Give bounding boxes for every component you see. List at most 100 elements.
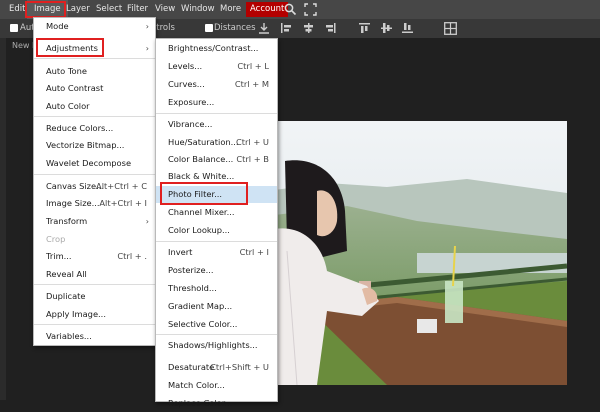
menu-item-label: Apply Image... xyxy=(46,309,106,319)
menu-item-label: Reduce Colors... xyxy=(46,123,114,133)
align-bottom-icon[interactable] xyxy=(402,23,413,33)
adjustments-submenu: Brightness/Contrast... Levels... Ctrl + L C… xyxy=(155,38,278,408)
menu-view[interactable]: View xyxy=(155,0,175,19)
account-button[interactable]: Account xyxy=(246,2,289,17)
menu-more[interactable]: More xyxy=(220,0,241,19)
menu-edit[interactable]: Edit xyxy=(9,0,25,19)
menu-item-trim[interactable]: Trim... Ctrl + . xyxy=(34,248,155,265)
menu-item-label: Crop xyxy=(46,234,66,244)
menu-item-wavelet-decompose[interactable]: Wavelet Decompose xyxy=(34,155,155,172)
menu-item-transform[interactable]: Transform › xyxy=(34,213,155,230)
menu-item-threshold[interactable]: Threshold... xyxy=(156,280,277,297)
auto-select-checkbox[interactable] xyxy=(10,24,18,32)
menu-item-mode[interactable]: Mode › xyxy=(34,18,155,35)
menu-separator xyxy=(156,241,277,242)
chevron-right-icon: › xyxy=(145,22,149,31)
menu-item-shadows-highlights[interactable]: Shadows/Highlights... xyxy=(156,337,277,354)
menu-window[interactable]: Window xyxy=(181,0,215,19)
menu-separator xyxy=(156,334,277,335)
menu-item-label: Auto Color xyxy=(46,101,90,111)
chevron-right-icon: › xyxy=(145,217,149,226)
menu-item-color-balance[interactable]: Color Balance... Ctrl + B xyxy=(156,151,277,168)
canvas-photo[interactable] xyxy=(267,121,567,385)
menu-item-canvas-size[interactable]: Canvas Size... Alt+Ctrl + C xyxy=(34,178,155,195)
distances-label: Distances xyxy=(214,23,256,33)
menu-item-label: Shadows/Highlights... xyxy=(168,340,258,350)
menu-item-color-lookup[interactable]: Color Lookup... xyxy=(156,222,277,239)
menu-item-image-size[interactable]: Image Size... Alt+Ctrl + I xyxy=(34,195,155,212)
align-left-icon[interactable] xyxy=(281,23,292,33)
menu-item-replace-color[interactable]: Replace Color... xyxy=(156,395,277,412)
menu-separator xyxy=(34,284,155,285)
menu-item-apply-image[interactable]: Apply Image... xyxy=(34,306,155,323)
menu-item-desaturate[interactable]: Desaturate Ctrl+Shift + U xyxy=(156,359,277,376)
image-menu-highlight xyxy=(25,1,66,18)
menu-item-match-color[interactable]: Match Color... xyxy=(156,377,277,394)
menu-item-auto-color[interactable]: Auto Color xyxy=(34,98,155,115)
menu-item-label: Hue/Saturation... xyxy=(168,137,239,147)
menu-separator xyxy=(34,116,155,117)
menu-item-crop: Crop xyxy=(34,231,155,248)
menu-item-invert[interactable]: Invert Ctrl + I xyxy=(156,244,277,261)
menu-item-label: Auto Contrast xyxy=(46,83,104,93)
photo-filter-highlight xyxy=(160,182,248,205)
menu-item-shortcut: Ctrl + I xyxy=(239,247,269,257)
menu-item-auto-contrast[interactable]: Auto Contrast xyxy=(34,80,155,97)
menu-item-reveal-all[interactable]: Reveal All xyxy=(34,266,155,283)
menu-item-brightness-contrast[interactable]: Brightness/Contrast... xyxy=(156,40,277,57)
menu-item-vectorize-bitmap[interactable]: Vectorize Bitmap... xyxy=(34,137,155,154)
menu-item-label: Mode xyxy=(46,21,69,31)
image-menu: Mode › Adjustments › Auto Tone Auto Contrast A… xyxy=(33,17,156,346)
tools-panel[interactable] xyxy=(0,38,6,400)
adjustments-highlight xyxy=(36,38,104,57)
menu-item-label: Selective Color... xyxy=(168,319,238,329)
menu-item-label: Wavelet Decompose xyxy=(46,158,132,168)
menu-item-label: Vectorize Bitmap... xyxy=(46,140,125,150)
menu-item-gradient-map[interactable]: Gradient Map... xyxy=(156,298,277,315)
menu-item-shortcut: Alt+Ctrl + C xyxy=(96,181,147,191)
menu-item-label: Exposure... xyxy=(168,97,215,107)
menu-item-channel-mixer[interactable]: Channel Mixer... xyxy=(156,204,277,221)
menu-item-label: Channel Mixer... xyxy=(168,207,235,217)
menu-item-label: Match Color... xyxy=(168,380,225,390)
distances-checkbox[interactable] xyxy=(205,24,213,32)
menu-item-label: Color Lookup... xyxy=(168,225,230,235)
align-middle-icon[interactable] xyxy=(381,23,392,33)
menu-item-exposure[interactable]: Exposure... xyxy=(156,94,277,111)
menu-item-shortcut: Ctrl + M xyxy=(234,79,269,89)
menu-item-shortcut: Ctrl + U xyxy=(235,137,269,147)
align-center-icon[interactable] xyxy=(303,23,314,33)
menu-item-label: Transform xyxy=(46,216,88,226)
menu-item-label: Levels... xyxy=(168,61,203,71)
photo-image xyxy=(267,121,567,385)
menu-item-variables[interactable]: Variables... xyxy=(34,328,155,345)
menu-item-label: Desaturate xyxy=(168,362,215,372)
menu-item-label: Gradient Map... xyxy=(168,301,233,311)
menu-item-label: Variables... xyxy=(46,331,92,341)
menu-item-levels[interactable]: Levels... Ctrl + L xyxy=(156,58,277,75)
menu-item-selective-color[interactable]: Selective Color... xyxy=(156,316,277,333)
menu-item-label: Trim... xyxy=(46,251,72,261)
fullscreen-icon[interactable] xyxy=(304,3,317,16)
menu-item-label: Duplicate xyxy=(46,291,86,301)
chevron-right-icon: › xyxy=(145,44,149,53)
menu-separator xyxy=(34,174,155,175)
menu-item-hue-saturation[interactable]: Hue/Saturation... Ctrl + U xyxy=(156,134,277,151)
menu-item-label: Invert xyxy=(168,247,193,257)
menu-separator xyxy=(156,113,277,114)
menu-item-vibrance[interactable]: Vibrance... xyxy=(156,116,277,133)
menu-item-label: Posterize... xyxy=(168,265,214,275)
menu-item-label: Auto Tone xyxy=(46,66,87,76)
menu-item-label: Reveal All xyxy=(46,269,87,279)
menu-item-reduce-colors[interactable]: Reduce Colors... xyxy=(34,120,155,137)
menu-item-label: Curves... xyxy=(168,79,205,89)
menu-item-curves[interactable]: Curves... Ctrl + M xyxy=(156,76,277,93)
grid-icon[interactable] xyxy=(444,22,457,35)
download-icon[interactable] xyxy=(258,22,270,35)
menu-item-duplicate[interactable]: Duplicate xyxy=(34,288,155,305)
menu-item-auto-tone[interactable]: Auto Tone xyxy=(34,63,155,80)
align-right-icon[interactable] xyxy=(325,23,336,33)
align-top-icon[interactable] xyxy=(359,23,370,33)
search-icon[interactable] xyxy=(284,3,297,16)
menu-item-posterize[interactable]: Posterize... xyxy=(156,262,277,279)
